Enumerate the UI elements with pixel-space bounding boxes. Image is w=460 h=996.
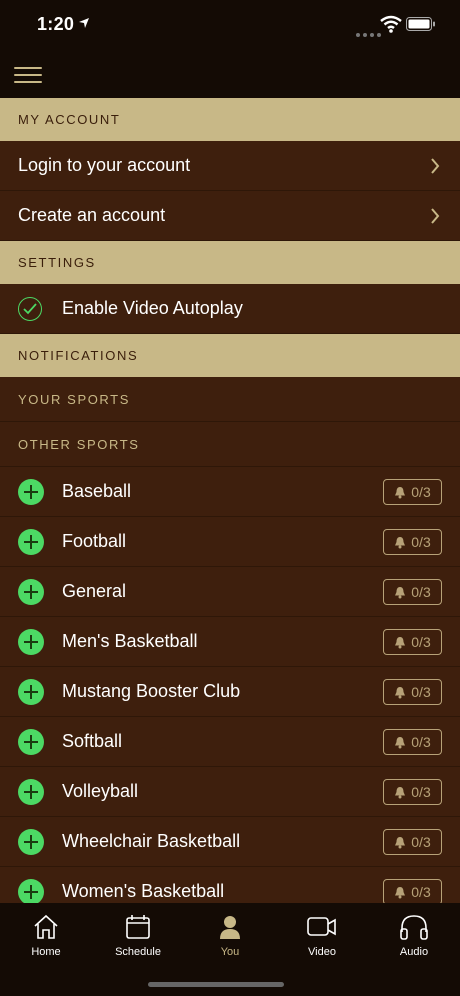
notification-count-badge[interactable]: 0/3 (383, 779, 442, 805)
sport-row[interactable]: Baseball 0/3 (0, 467, 460, 517)
notification-count: 0/3 (411, 584, 431, 600)
notification-count: 0/3 (411, 484, 431, 500)
notification-count: 0/3 (411, 734, 431, 750)
notification-count: 0/3 (411, 884, 431, 900)
bell-icon (395, 886, 406, 898)
add-circle-icon[interactable] (18, 678, 44, 705)
bell-icon (395, 586, 406, 598)
tab-audio-label: Audio (399, 946, 429, 958)
sport-name: General (62, 581, 127, 601)
section-header-my-account: MY ACCOUNT (0, 98, 460, 141)
tab-video-label: Video (308, 946, 336, 958)
add-circle-icon[interactable] (18, 778, 44, 805)
add-circle-icon[interactable] (18, 828, 44, 855)
add-circle-icon[interactable] (18, 578, 44, 605)
headphones-icon (400, 915, 428, 940)
chevron-right-icon (431, 158, 440, 174)
sports-list: Baseball 0/3 Football 0/3 General 0/3 Me… (0, 467, 460, 903)
add-circle-icon[interactable] (18, 628, 44, 655)
bell-icon (395, 736, 406, 748)
bell-icon (395, 486, 406, 498)
sport-row[interactable]: Men's Basketball 0/3 (0, 617, 460, 667)
sport-row[interactable]: Football 0/3 (0, 517, 460, 567)
your-sports-header: YOUR SPORTS (0, 377, 460, 422)
sport-name: Women's Basketball (62, 881, 225, 901)
sport-name: Men's Basketball (62, 631, 198, 651)
tab-you[interactable]: You (184, 913, 276, 958)
sport-row[interactable]: Softball 0/3 (0, 717, 460, 767)
sport-name: Football (62, 531, 127, 551)
notification-count: 0/3 (411, 834, 431, 850)
login-label: Login to your account (18, 155, 191, 175)
sport-name: Wheelchair Basketball (62, 831, 241, 851)
sport-row[interactable]: Women's Basketball 0/3 (0, 867, 460, 903)
autoplay-toggle-row[interactable]: Enable Video Autoplay (0, 284, 460, 334)
notification-count-badge[interactable]: 0/3 (383, 729, 442, 755)
notification-count-badge[interactable]: 0/3 (383, 629, 442, 655)
bell-icon (395, 536, 406, 548)
bell-icon (395, 836, 406, 848)
notification-count-badge[interactable]: 0/3 (383, 529, 442, 555)
person-icon (220, 916, 240, 939)
notification-count-badge[interactable]: 0/3 (383, 679, 442, 705)
notification-count-badge[interactable]: 0/3 (383, 579, 442, 605)
other-sports-header: OTHER SPORTS (0, 422, 460, 467)
sport-name: Volleyball (62, 781, 139, 801)
location-arrow-icon (79, 18, 89, 28)
notification-count: 0/3 (411, 684, 431, 700)
tab-audio[interactable]: Audio (368, 913, 460, 958)
status-bar: 1:20 (0, 0, 460, 52)
wifi-icon (380, 15, 402, 33)
section-header-notifications: NOTIFICATIONS (0, 334, 460, 377)
chevron-right-icon (431, 208, 440, 224)
add-circle-icon[interactable] (18, 728, 44, 755)
login-row[interactable]: Login to your account (0, 141, 460, 191)
battery-icon (406, 17, 435, 31)
video-icon (307, 917, 336, 936)
create-account-row[interactable]: Create an account (0, 191, 460, 241)
checkmark-icon[interactable] (18, 296, 42, 321)
tab-schedule-label: Schedule (115, 946, 161, 958)
calendar-icon (126, 915, 150, 939)
sport-name: Mustang Booster Club (62, 681, 241, 701)
tab-schedule[interactable]: Schedule (92, 913, 184, 958)
app-header (0, 52, 460, 98)
notification-count: 0/3 (411, 784, 431, 800)
notification-count: 0/3 (411, 634, 431, 650)
home-indicator[interactable] (148, 982, 284, 987)
bell-icon (395, 636, 406, 648)
sport-row[interactable]: General 0/3 (0, 567, 460, 617)
home-icon (34, 914, 58, 939)
hamburger-menu-icon[interactable] (14, 67, 42, 85)
tab-video[interactable]: Video (276, 913, 368, 958)
notification-count: 0/3 (411, 534, 431, 550)
create-account-label: Create an account (18, 205, 166, 225)
sport-name: Baseball (62, 481, 132, 501)
sport-row[interactable]: Wheelchair Basketball 0/3 (0, 817, 460, 867)
status-time: 1:20 (37, 14, 75, 34)
bell-icon (395, 686, 406, 698)
sport-row[interactable]: Volleyball 0/3 (0, 767, 460, 817)
sport-row[interactable]: Mustang Booster Club 0/3 (0, 667, 460, 717)
settings-content[interactable]: MY ACCOUNT Login to your account Create … (0, 98, 460, 903)
tab-home[interactable]: Home (0, 913, 92, 958)
notification-count-badge[interactable]: 0/3 (383, 829, 442, 855)
add-circle-icon[interactable] (18, 528, 44, 555)
add-circle-icon[interactable] (18, 478, 44, 505)
section-header-settings: SETTINGS (0, 241, 460, 284)
add-circle-icon[interactable] (18, 878, 44, 903)
autoplay-label: Enable Video Autoplay (62, 298, 243, 318)
tab-you-label: You (220, 946, 240, 958)
bell-icon (395, 786, 406, 798)
sport-name: Softball (62, 731, 123, 751)
notification-count-badge[interactable]: 0/3 (383, 479, 442, 505)
notification-count-badge[interactable]: 0/3 (383, 879, 442, 903)
tab-home-label: Home (31, 946, 61, 958)
